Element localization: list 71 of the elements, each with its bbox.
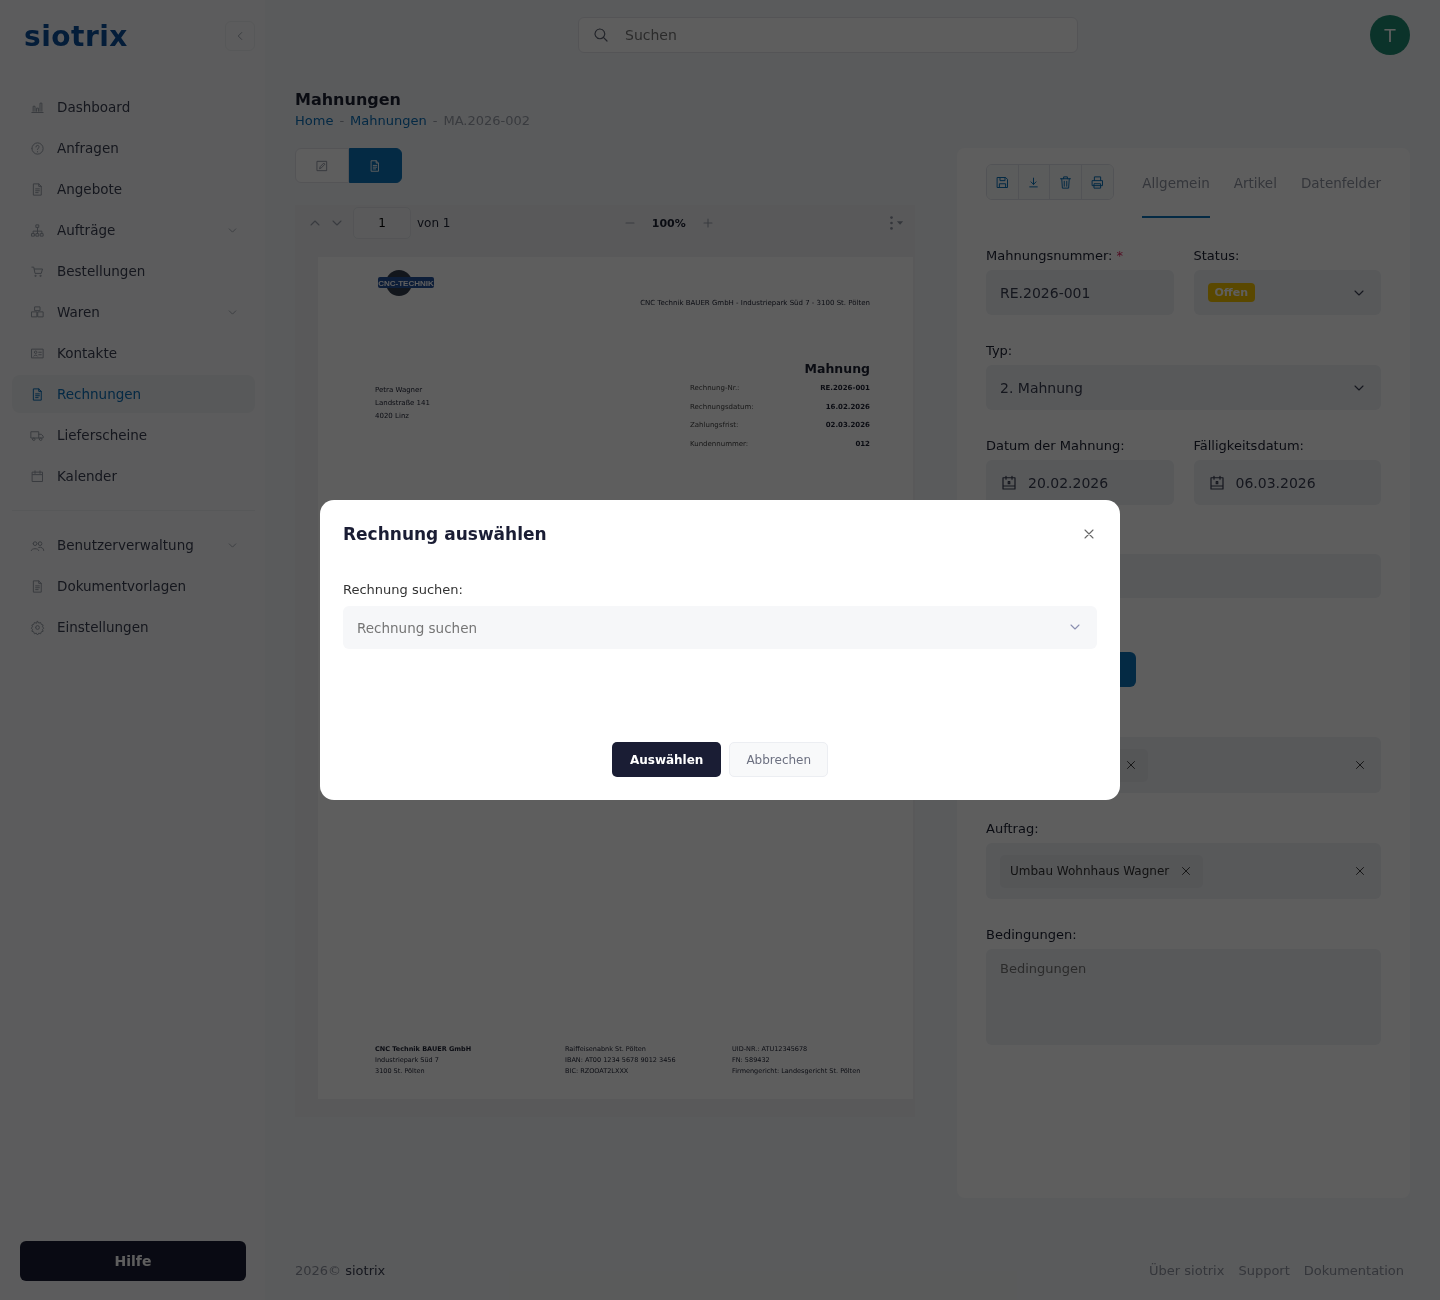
invoice-number-field[interactable]: RE.2026-001 [986,270,1174,315]
date-field[interactable]: 20.02.2026 [986,460,1174,505]
sidebar-item[interactable]: Dokumentvorlagen [12,567,255,605]
more-options-icon[interactable] [887,214,905,232]
page-count: von 1 [417,216,451,230]
document-title: Mahnung [804,361,870,376]
calendar-icon [30,468,45,484]
select-button[interactable]: Auswählen [611,742,722,777]
edit-icon [314,158,329,173]
user-avatar[interactable]: T [1370,15,1410,55]
breadcrumb-link[interactable]: Mahnungen [350,113,427,128]
field-label: Bedingungen: [986,927,1077,943]
field-label: Datum der Mahnung: [986,438,1125,454]
required-marker: * [1116,248,1123,264]
select-value: 2. Mahnung [1000,379,1083,396]
calendar-icon [1000,473,1018,492]
sidebar-item[interactable]: Angebote [12,170,255,208]
type-select[interactable]: 2. Mahnung [986,365,1381,410]
clear-icon[interactable] [1353,864,1367,878]
sidebar-item[interactable]: Anfragen [12,129,255,167]
document-icon [30,181,45,197]
collapse-sidebar-button[interactable] [225,21,255,51]
printer-icon [1090,174,1106,190]
hierarchy-icon [30,222,45,238]
breadcrumb-link[interactable]: Home [295,113,334,128]
field-label: Fälligkeitsdatum: [1193,438,1304,454]
order-field[interactable]: Umbau Wohnhaus Wagner [986,843,1381,899]
gear-icon [30,619,45,635]
breadcrumb-separator: - [432,113,438,128]
sidebar-item[interactable]: Dashboard [12,88,255,126]
page-number-field[interactable]: 1 [353,207,411,239]
sidebar-item[interactable]: Waren [12,293,255,331]
field-label: Rechnung suchen: [343,582,464,597]
document-icon [30,578,45,594]
brand-logo[interactable]: siotrix [24,19,128,53]
field-label: Auftrag: [986,821,1039,837]
status-select[interactable]: Offen [1193,270,1381,315]
page-title: Mahnungen [295,90,402,109]
cart-icon [30,263,45,279]
calendar-icon [1207,473,1226,492]
invoice-search-select[interactable]: Rechnung suchen [343,606,1097,649]
save-icon [994,174,1010,190]
cancel-button[interactable]: Abbrechen [729,742,829,777]
edit-view-button[interactable] [295,148,349,183]
zoom-level: 100% [651,216,686,230]
company-logo: CNC-TECHNIK [375,269,435,297]
contact-card-icon [30,345,45,361]
field-label: Typ: [986,343,1013,359]
question-icon [30,140,45,156]
sidebar-item[interactable]: Benutzerverwaltung [12,526,255,564]
clear-icon[interactable] [1353,758,1367,772]
field-label: Mahnungsnummer: [986,248,1113,264]
status-badge: Offen [1207,283,1256,302]
boxes-icon [30,304,45,320]
sidebar-item[interactable]: Bestellungen [12,252,255,290]
sidebar-item[interactable]: Einstellungen [12,608,255,646]
sidebar-item[interactable]: Aufträge [12,211,255,249]
remove-icon[interactable] [1124,758,1138,772]
sidebar-item[interactable]: Kalender [12,457,255,495]
preview-view-button[interactable] [348,148,402,183]
sidebar-item[interactable]: Kontakte [12,334,255,372]
breadcrumb-separator: - [339,113,345,128]
field-label: Status: [1193,248,1240,264]
bar-chart-icon [30,99,45,115]
dialog-title: Rechnung auswählen [343,524,547,544]
sidebar-item[interactable]: Lieferscheine [12,416,255,454]
trash-icon [1058,174,1073,190]
date-field[interactable]: 06.03.2026 [1193,460,1381,505]
document-icon [30,386,45,402]
help-button[interactable]: Hilfe [20,1241,246,1281]
sidebar-item[interactable]: Rechnungen [12,375,255,413]
